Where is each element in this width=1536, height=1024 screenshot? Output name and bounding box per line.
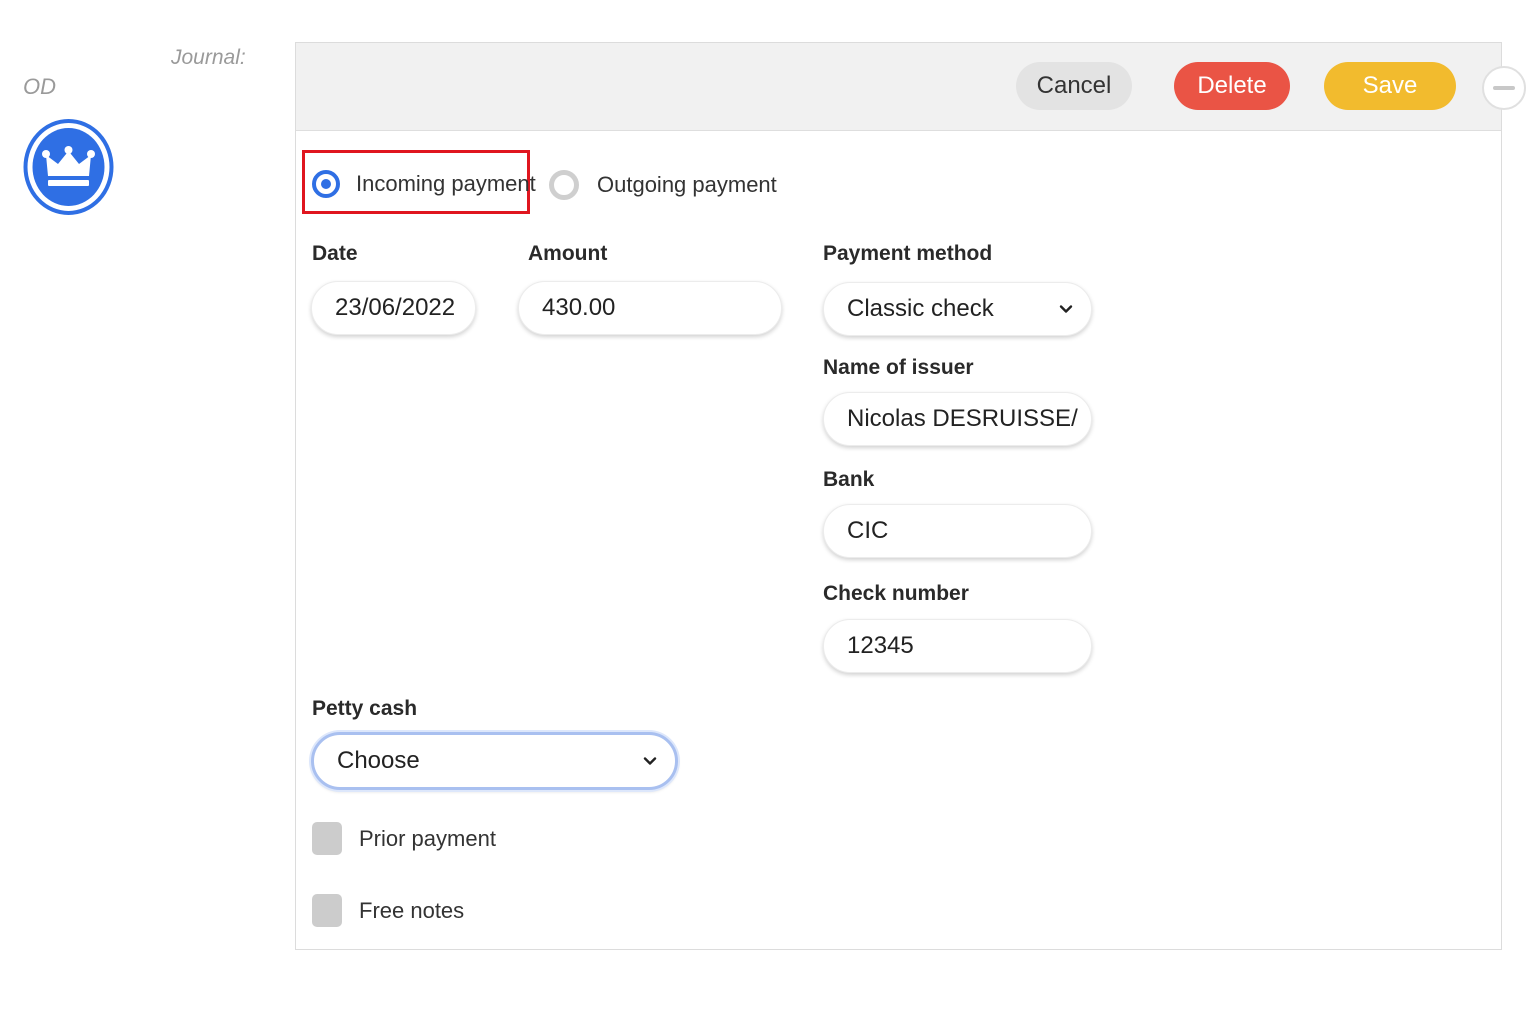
radio-outgoing-label: Outgoing payment: [597, 172, 777, 197]
bank-value: CIC: [847, 517, 889, 544]
issuer-label: Name of issuer: [823, 356, 974, 379]
radio-unselected-icon: [549, 170, 579, 200]
payment-method-value: Classic check: [847, 295, 994, 322]
date-label: Date: [312, 242, 358, 265]
save-button[interactable]: Save: [1324, 62, 1456, 110]
radio-selected-icon: [312, 170, 340, 198]
amount-value: 430.00: [542, 294, 616, 321]
amount-field[interactable]: 430.00: [518, 281, 782, 335]
collapse-button[interactable]: [1482, 66, 1526, 110]
crown-icon[interactable]: [23, 118, 114, 216]
page: Journal: OD Cancel Delete Save Incoming …: [0, 0, 1536, 1024]
payment-method-select[interactable]: Classic check: [823, 282, 1092, 336]
issuer-value: Nicolas DESRUISSE/: [847, 405, 1078, 432]
petty-cash-value: Choose: [337, 747, 420, 774]
prior-payment-checkbox[interactable]: Prior payment: [312, 822, 496, 855]
radio-incoming-payment[interactable]: Incoming payment: [312, 170, 536, 198]
journal-label: Journal:: [171, 46, 246, 69]
prior-payment-label: Prior payment: [359, 825, 496, 851]
date-field[interactable]: 23/06/2022: [311, 281, 476, 335]
payment-form-panel: Cancel Delete Save Incoming payment Outg…: [295, 42, 1526, 950]
cancel-button[interactable]: Cancel: [1016, 62, 1132, 110]
chevron-down-icon: [1059, 305, 1073, 313]
delete-button[interactable]: Delete: [1174, 62, 1290, 110]
payment-method-label: Payment method: [823, 242, 993, 265]
check-number-field[interactable]: 12345: [823, 619, 1092, 673]
free-notes-label: Free notes: [359, 897, 465, 923]
checkbox-box: [312, 822, 342, 855]
amount-label: Amount: [528, 242, 608, 265]
petty-cash-select[interactable]: Choose: [311, 732, 678, 790]
chevron-down-icon: [643, 757, 657, 765]
journal-code: OD: [23, 74, 56, 99]
form-toolbar: Cancel Delete Save: [296, 43, 1526, 131]
bank-field[interactable]: CIC: [823, 504, 1092, 558]
petty-cash-label: Petty cash: [312, 697, 418, 720]
issuer-field[interactable]: Nicolas DESRUISSE/: [823, 392, 1092, 446]
check-number-label: Check number: [823, 582, 969, 605]
check-number-value: 12345: [847, 632, 914, 659]
free-notes-checkbox[interactable]: Free notes: [312, 894, 464, 927]
radio-incoming-label: Incoming payment: [356, 171, 536, 196]
checkbox-box: [312, 894, 342, 927]
minus-icon: [1493, 86, 1515, 90]
date-value: 23/06/2022: [335, 294, 456, 321]
radio-outgoing-payment[interactable]: Outgoing payment: [549, 170, 777, 200]
bank-label: Bank: [823, 468, 875, 491]
